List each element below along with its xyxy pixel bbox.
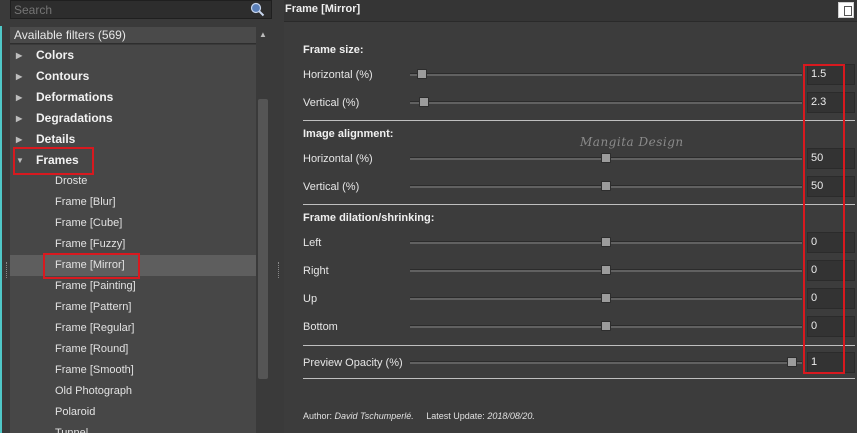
filter-browser-panel: Available filters (569) ▶ Colors ▶ Conto… bbox=[0, 0, 274, 433]
left-resize-grip[interactable] bbox=[6, 262, 8, 278]
category-colors[interactable]: ▶ Colors bbox=[10, 45, 256, 66]
slider-handle[interactable] bbox=[601, 237, 611, 247]
search-box[interactable] bbox=[10, 0, 272, 19]
param-label-left: Left bbox=[303, 237, 322, 249]
param-label-preview-opacity: Preview Opacity (%) bbox=[303, 357, 403, 369]
param-label-up: Up bbox=[303, 293, 318, 305]
update-date: 2018/08/20. bbox=[487, 411, 535, 421]
section-divider bbox=[303, 378, 855, 379]
scroll-up-icon[interactable]: ▲ bbox=[259, 30, 267, 39]
window-toggle-icon[interactable] bbox=[838, 2, 854, 18]
accent-strip bbox=[0, 26, 2, 433]
slider-handle[interactable] bbox=[601, 153, 611, 163]
filter-item-label: Old Photograph bbox=[55, 385, 133, 397]
filter-item-frame-fuzzy[interactable]: Frame [Fuzzy] bbox=[10, 234, 256, 255]
chevron-right-icon[interactable]: ▶ bbox=[16, 45, 22, 66]
watermark: Mangita Design bbox=[580, 135, 684, 149]
search-input[interactable] bbox=[11, 1, 241, 18]
search-icon[interactable] bbox=[250, 2, 265, 17]
section-divider bbox=[303, 120, 855, 121]
category-label: Contours bbox=[36, 69, 90, 83]
section-frame-size: Frame size: bbox=[303, 44, 364, 56]
slider-bottom[interactable] bbox=[410, 321, 802, 331]
splitter-grip[interactable] bbox=[278, 262, 280, 278]
slider-handle[interactable] bbox=[601, 181, 611, 191]
filter-item-label: Frame [Round] bbox=[55, 343, 129, 355]
slider-handle[interactable] bbox=[601, 265, 611, 275]
slider-frame-horizontal[interactable] bbox=[410, 69, 802, 79]
filter-item-tunnel[interactable]: Tunnel bbox=[10, 423, 256, 433]
author-label: Author: bbox=[303, 411, 333, 421]
slider-handle[interactable] bbox=[787, 357, 798, 367]
section-divider bbox=[303, 345, 855, 346]
highlight-box-values bbox=[803, 64, 845, 374]
param-label-align-horizontal: Horizontal (%) bbox=[303, 153, 373, 165]
update-label: Latest Update: bbox=[426, 411, 485, 421]
slider-left[interactable] bbox=[410, 237, 802, 247]
chevron-right-icon[interactable]: ▶ bbox=[16, 87, 22, 108]
filter-title: Frame [Mirror] bbox=[285, 3, 361, 15]
filter-item-label: Frame [Pattern] bbox=[55, 301, 132, 313]
highlight-box-frame-mirror bbox=[43, 253, 140, 279]
filter-item-frame-round[interactable]: Frame [Round] bbox=[10, 339, 256, 360]
slider-align-vertical[interactable] bbox=[410, 181, 802, 191]
panel-splitter[interactable] bbox=[274, 0, 284, 433]
filter-item-old-photograph[interactable]: Old Photograph bbox=[10, 381, 256, 402]
slider-right[interactable] bbox=[410, 265, 802, 275]
tree-scrollbar[interactable]: ▲ bbox=[256, 27, 270, 433]
filter-item-label: Frame [Blur] bbox=[55, 196, 116, 208]
filter-item-frame-painting[interactable]: Frame [Painting] bbox=[10, 276, 256, 297]
filter-item-frame-blur[interactable]: Frame [Blur] bbox=[10, 192, 256, 213]
filter-item-frame-smooth[interactable]: Frame [Smooth] bbox=[10, 360, 256, 381]
author-name: David Tschumperlé. bbox=[334, 411, 414, 421]
filter-item-frame-cube[interactable]: Frame [Cube] bbox=[10, 213, 256, 234]
scrollbar-thumb[interactable] bbox=[258, 99, 268, 379]
filter-item-label: Frame [Cube] bbox=[55, 217, 123, 229]
chevron-right-icon[interactable]: ▶ bbox=[16, 108, 22, 129]
param-label-frame-horizontal: Horizontal (%) bbox=[303, 69, 373, 81]
slider-handle[interactable] bbox=[601, 293, 611, 303]
filter-item-frame-regular[interactable]: Frame [Regular] bbox=[10, 318, 256, 339]
filter-parameters-panel: Frame [Mirror] Frame size: Horizontal (%… bbox=[284, 0, 857, 433]
category-deformations[interactable]: ▶ Deformations bbox=[10, 87, 256, 108]
filter-item-label: Frame [Painting] bbox=[55, 280, 136, 292]
category-degradations[interactable]: ▶ Degradations bbox=[10, 108, 256, 129]
filter-item-label: Frame [Smooth] bbox=[55, 364, 134, 376]
chevron-right-icon[interactable]: ▶ bbox=[16, 66, 22, 87]
slider-up[interactable] bbox=[410, 293, 802, 303]
category-contours[interactable]: ▶ Contours bbox=[10, 66, 256, 87]
available-filters-header: Available filters (569) bbox=[10, 27, 256, 44]
param-label-align-vertical: Vertical (%) bbox=[303, 181, 360, 193]
section-frame-dilation: Frame dilation/shrinking: bbox=[303, 212, 435, 224]
filter-item-polaroid[interactable]: Polaroid bbox=[10, 402, 256, 423]
slider-handle[interactable] bbox=[416, 69, 427, 79]
panel-title-bar: Frame [Mirror] bbox=[284, 0, 857, 22]
filter-item-frame-pattern[interactable]: Frame [Pattern] bbox=[10, 297, 256, 318]
category-label: Degradations bbox=[36, 111, 113, 125]
filter-credits: Author: David Tschumperlé. Latest Update… bbox=[303, 411, 535, 421]
filter-item-label: Frame [Fuzzy] bbox=[55, 238, 126, 250]
category-label: Deformations bbox=[36, 90, 114, 104]
filter-item-label: Polaroid bbox=[55, 406, 96, 418]
param-label-right: Right bbox=[303, 265, 329, 277]
filter-tree: ▶ Colors ▶ Contours ▶ Deformations ▶ Deg… bbox=[10, 45, 256, 433]
slider-align-horizontal[interactable] bbox=[410, 153, 802, 163]
parameters-area: Frame size: Horizontal (%) 1.5 Vertical … bbox=[284, 22, 857, 433]
section-image-alignment: Image alignment: bbox=[303, 128, 394, 140]
param-label-frame-vertical: Vertical (%) bbox=[303, 97, 360, 109]
filter-item-label: Frame [Regular] bbox=[55, 322, 135, 334]
slider-handle[interactable] bbox=[601, 321, 611, 331]
slider-handle[interactable] bbox=[418, 97, 429, 107]
slider-frame-vertical[interactable] bbox=[410, 97, 802, 107]
highlight-box-frames bbox=[13, 147, 94, 175]
param-label-bottom: Bottom bbox=[303, 321, 338, 333]
section-divider bbox=[303, 204, 855, 205]
filter-item-label: Tunnel bbox=[55, 427, 89, 433]
category-label: Colors bbox=[36, 48, 75, 62]
slider-preview-opacity[interactable] bbox=[410, 357, 802, 367]
